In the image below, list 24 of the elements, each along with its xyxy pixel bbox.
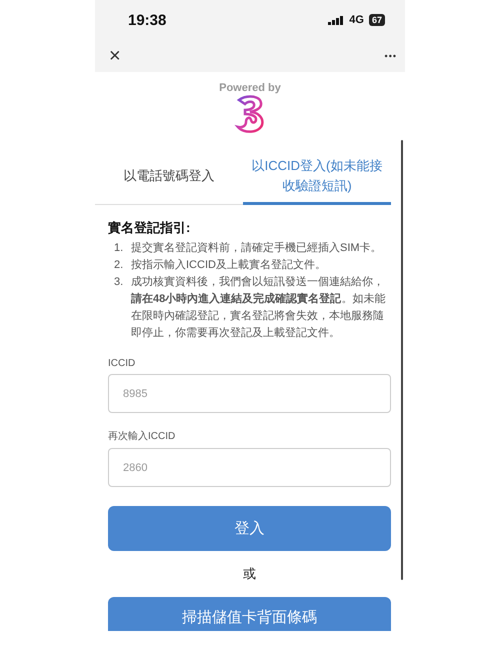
close-button[interactable]: × — [109, 46, 121, 66]
guide-text: 按指示輸入ICCID及上載實名登記文件。 — [131, 258, 326, 273]
powered-by-text: Powered by — [219, 82, 281, 94]
logo-icon — [234, 94, 266, 134]
item-number: 3. — [114, 275, 124, 290]
guide-text: 提交實名登記資料前，請確定手機已經插入SIM卡。 — [131, 240, 382, 256]
network-type: 4G — [349, 14, 364, 26]
more-button[interactable]: ••• — [384, 51, 397, 61]
iccid-field[interactable]: 2860 — [108, 448, 391, 487]
item-number: 2. — [114, 258, 124, 273]
tab[interactable]: 以ICCID登入(如未能接收驗證短訊) — [243, 148, 391, 205]
signal-icon — [328, 16, 344, 24]
field-label: 再次輸入ICCID — [108, 430, 176, 443]
tab[interactable]: 以電話號碼登入 — [95, 148, 243, 205]
guide-text: 成功核實資料後，我們會以短訊發送一個連結給你，請在48小時內進入連結及完成確認實名登記。如未能在限時內確認登記，實名登記將會失效，本地服務隨即停止，你需要再次登記及上載登記文件。 — [131, 275, 386, 341]
battery-level: 67 — [368, 14, 385, 26]
scan-button[interactable]: 掃描儲值卡背面條碼 — [108, 597, 391, 631]
or-text: 或 — [242, 565, 257, 583]
iccid-field[interactable]: 8985 — [108, 374, 391, 413]
clock: 19:38 — [128, 12, 166, 28]
item-number: 1. — [114, 241, 124, 256]
login-button[interactable]: 登入 — [108, 506, 391, 551]
field-label: ICCID — [108, 358, 136, 369]
guide-title: 實名登記指引: — [108, 219, 192, 237]
